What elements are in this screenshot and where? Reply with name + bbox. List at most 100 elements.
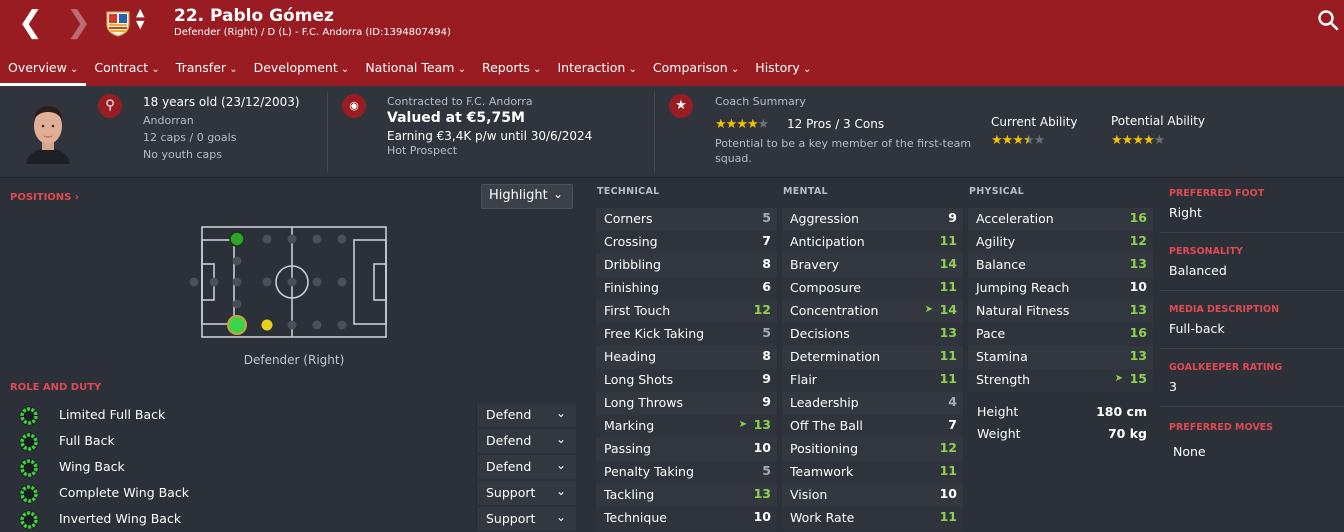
- attribute-row[interactable]: Stamina 13: [968, 346, 1153, 369]
- contract-text: Contracted to F.C. Andorra: [387, 95, 533, 108]
- role-row[interactable]: Full Back Defend ⌄: [10, 429, 576, 455]
- tab-contract[interactable]: Contract ⌄: [86, 56, 167, 86]
- tab-interaction[interactable]: Interaction ⌄: [550, 56, 645, 86]
- attribute-name: Finishing: [604, 280, 659, 295]
- attribute-row[interactable]: Technique 10: [596, 507, 777, 530]
- tab-transfer[interactable]: Transfer ⌄: [168, 56, 246, 86]
- pros-cons-text[interactable]: 12 Pros / 3 Cons: [787, 117, 884, 131]
- duty-dropdown[interactable]: Support ⌄: [476, 481, 576, 505]
- tab-development[interactable]: Development ⌄: [246, 56, 358, 86]
- duty-dropdown[interactable]: Defend ⌄: [476, 429, 576, 453]
- attribute-row[interactable]: Corners 5: [596, 208, 777, 231]
- highlight-label: Highlight: [489, 188, 548, 203]
- attribute-value: 6: [762, 279, 771, 294]
- attribute-row[interactable]: Decisions 13: [782, 323, 963, 346]
- forward-arrow-icon[interactable]: ❯: [66, 8, 91, 38]
- chevron-down-icon: ⌄: [625, 64, 637, 75]
- tab-national-team[interactable]: National Team ⌄: [357, 56, 474, 86]
- attribute-row[interactable]: Composure 11: [782, 277, 963, 300]
- coach-note-line2: squad.: [715, 152, 752, 165]
- attribute-name: Natural Fitness: [976, 303, 1070, 318]
- attribute-row[interactable]: Off The Ball 7: [782, 415, 963, 438]
- attribute-name: Corners: [604, 211, 653, 226]
- tab-label: Transfer: [175, 60, 227, 75]
- attribute-value: 5: [762, 463, 771, 478]
- attribute-row[interactable]: Anticipation 11: [782, 231, 963, 254]
- attribute-value: 13: [753, 486, 771, 501]
- attribute-row[interactable]: Long Shots 9: [596, 369, 777, 392]
- club-badge-icon: ◉: [342, 94, 366, 118]
- role-duty-heading: ROLE AND DUTY: [10, 382, 102, 393]
- attribute-row[interactable]: Acceleration 16: [968, 208, 1153, 231]
- attribute-row[interactable]: Tackling 13: [596, 484, 777, 507]
- duty-dropdown[interactable]: Support ⌄: [476, 507, 576, 531]
- star-icon: ★: [1121, 133, 1134, 148]
- attribute-row[interactable]: Positioning 12: [782, 438, 963, 461]
- attribute-row[interactable]: Strength ➤ 15: [968, 369, 1153, 392]
- attribute-row[interactable]: Leadership 4: [782, 392, 963, 415]
- role-row[interactable]: Complete Wing Back Support ⌄: [10, 481, 576, 507]
- player-face-image: [20, 98, 76, 164]
- back-arrow-icon[interactable]: ❮: [18, 8, 43, 38]
- chevron-down-icon: ⌄: [148, 64, 160, 75]
- attribute-value: 4: [948, 394, 957, 409]
- role-name: Inverted Wing Back: [59, 511, 182, 526]
- role-row[interactable]: Inverted Wing Back Support ⌄: [10, 507, 576, 532]
- tab-comparison[interactable]: Comparison ⌄: [645, 56, 747, 86]
- attribute-name: Technique: [604, 510, 667, 525]
- attribute-row[interactable]: Aggression 9: [782, 208, 963, 231]
- tab-reports[interactable]: Reports ⌄: [474, 56, 550, 86]
- club-crest-icon: [106, 11, 130, 37]
- chevron-down-icon: ⌄: [529, 64, 542, 75]
- role-row[interactable]: Wing Back Defend ⌄: [10, 455, 576, 481]
- attribute-row[interactable]: Concentration ➤ 14: [782, 300, 963, 323]
- attribute-value: 10: [1129, 279, 1147, 294]
- attribute-row[interactable]: Finishing 6: [596, 277, 777, 300]
- tab-history[interactable]: History ⌄: [747, 56, 819, 86]
- attribute-row[interactable]: Heading 8: [596, 346, 777, 369]
- attribute-row[interactable]: Work Rate 11: [782, 507, 963, 530]
- tab-overview[interactable]: Overview ⌄: [0, 56, 87, 86]
- attribute-row[interactable]: Passing 10: [596, 438, 777, 461]
- duty-dropdown[interactable]: Defend ⌄: [476, 403, 576, 427]
- attribute-row[interactable]: Agility 12: [968, 231, 1153, 254]
- role-row[interactable]: Limited Full Back Defend ⌄: [10, 403, 576, 429]
- star-icon: ★: [757, 117, 770, 132]
- divider: [1160, 348, 1344, 349]
- attribute-value: 13: [1129, 348, 1147, 363]
- attribute-row[interactable]: Pace 16: [968, 323, 1153, 346]
- divider: [1160, 290, 1344, 291]
- attribute-name: Strength: [976, 372, 1031, 387]
- chevron-down-icon: ⌄: [799, 64, 812, 75]
- technical-column: TECHNICAL Corners 5 Crossing 7 Dribbling 8 Fin…: [596, 186, 777, 530]
- star-icon: ★: [736, 117, 748, 132]
- attribute-row[interactable]: Bravery 14: [782, 254, 963, 277]
- attribute-row[interactable]: Long Throws 9: [596, 392, 777, 415]
- search-icon[interactable]: [1316, 8, 1340, 32]
- weight-label: Weight: [977, 426, 1021, 441]
- attribute-name: Leadership: [790, 395, 859, 410]
- attribute-row[interactable]: Jumping Reach 10: [968, 277, 1153, 300]
- attribute-row[interactable]: Dribbling 8: [596, 254, 777, 277]
- player-name: 22. Pablo Gómez: [174, 6, 334, 26]
- duty-dropdown[interactable]: Defend ⌄: [476, 455, 576, 479]
- attribute-value: 5: [762, 325, 771, 340]
- chevron-down-icon: ⌄: [552, 187, 563, 201]
- attribute-row[interactable]: Determination 11: [782, 346, 963, 369]
- attribute-name: Pace: [976, 326, 1006, 341]
- youth-caps-text: No youth caps: [143, 148, 222, 161]
- attribute-row[interactable]: Crossing 7: [596, 231, 777, 254]
- attribute-row[interactable]: Free Kick Taking 5: [596, 323, 777, 346]
- player-switch-icon[interactable]: ▲ ▼: [136, 7, 144, 31]
- attribute-row[interactable]: Vision 10: [782, 484, 963, 507]
- attribute-name: Crossing: [604, 234, 658, 249]
- attribute-row[interactable]: Marking ➤ 13: [596, 415, 777, 438]
- attribute-row[interactable]: Teamwork 11: [782, 461, 963, 484]
- attribute-row[interactable]: Flair 11: [782, 369, 963, 392]
- attribute-row[interactable]: First Touch 12: [596, 300, 777, 323]
- attribute-row[interactable]: Penalty Taking 5: [596, 461, 777, 484]
- attribute-row[interactable]: Balance 13: [968, 254, 1153, 277]
- highlight-dropdown[interactable]: Highlight ⌄: [481, 184, 573, 209]
- positions-heading[interactable]: POSITIONS ›: [10, 192, 79, 203]
- attribute-row[interactable]: Natural Fitness 13: [968, 300, 1153, 323]
